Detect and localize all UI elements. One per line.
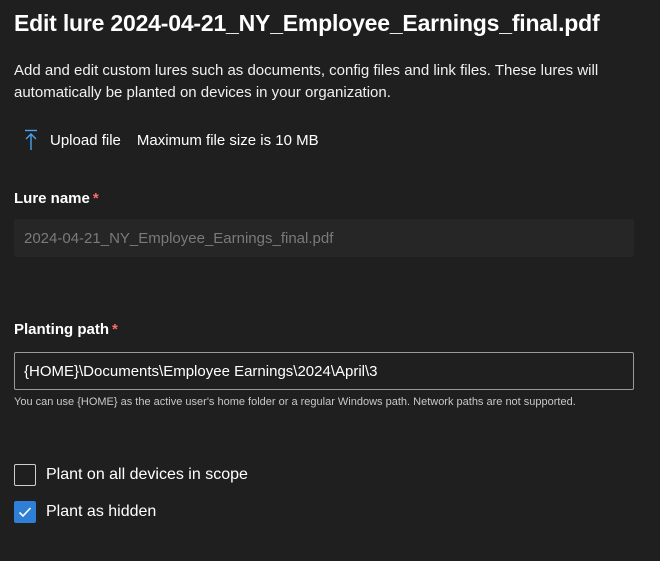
checkmark-icon: [18, 507, 32, 518]
upload-icon: [25, 129, 37, 150]
panel-description: Add and edit custom lures such as docume…: [14, 62, 599, 101]
plant-as-hidden-checkbox[interactable]: [14, 501, 36, 523]
planting-path-label: Planting path *: [14, 321, 118, 338]
edit-lure-panel: Edit lure 2024-04-21_NY_Employee_Earning…: [0, 0, 660, 561]
upload-size-hint: Maximum file size is 10 MB: [136, 131, 319, 149]
required-marker: *: [92, 190, 99, 207]
lure-name-input: [14, 219, 634, 257]
plant-as-hidden-option[interactable]: Plant as hidden: [14, 501, 156, 523]
upload-file-label: Upload file: [50, 131, 121, 149]
plant-as-hidden-label: Plant as hidden: [46, 503, 157, 520]
planting-path-label-text: Planting path: [14, 321, 109, 338]
lure-name-label-text: Lure name: [14, 190, 90, 207]
plant-all-devices-option[interactable]: Plant on all devices in scope: [14, 464, 248, 486]
lure-name-label: Lure name *: [14, 190, 99, 207]
page-title: Edit lure 2024-04-21_NY_Employee_Earning…: [14, 10, 600, 36]
upload-file-button[interactable]: Upload file Maximum file size is 10 MB: [22, 128, 319, 152]
planting-path-helper-text: You can use {HOME} as the active user's …: [14, 396, 576, 408]
plant-all-devices-label: Plant on all devices in scope: [46, 466, 248, 483]
required-marker: *: [112, 321, 118, 338]
planting-path-input[interactable]: [14, 352, 634, 390]
plant-all-devices-checkbox[interactable]: [14, 464, 36, 486]
